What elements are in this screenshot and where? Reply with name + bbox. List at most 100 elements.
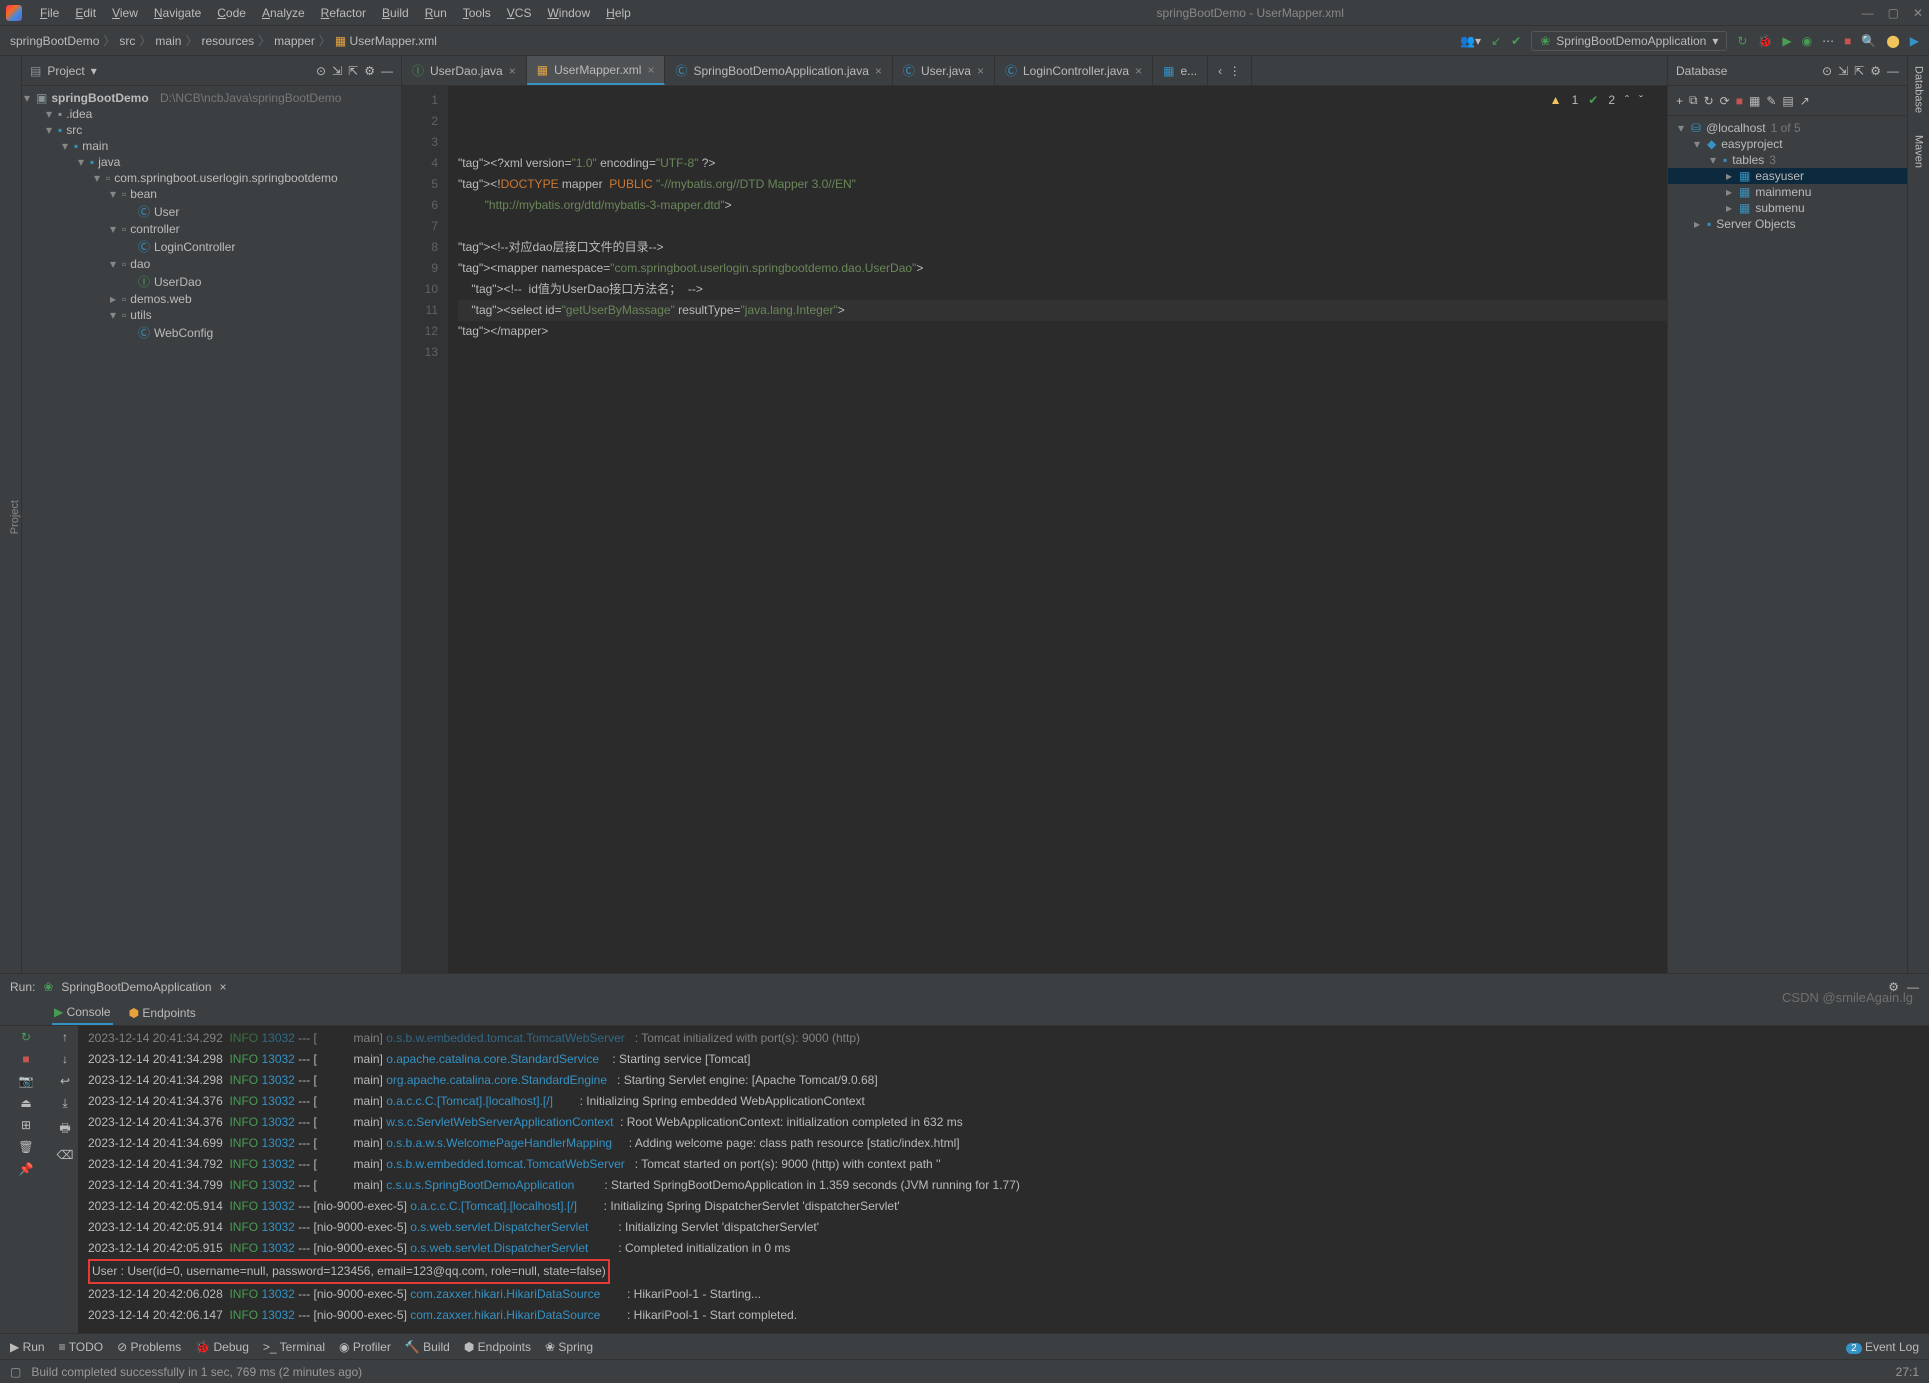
locate-icon[interactable]: ⊙ — [1822, 64, 1832, 78]
run-config-selector[interactable]: ❀ SpringBootDemoApplication ▾ — [1531, 31, 1727, 51]
menu-edit[interactable]: Edit — [67, 6, 104, 20]
refresh-icon[interactable]: ↻ — [1704, 94, 1714, 108]
menu-help[interactable]: Help — [598, 6, 639, 20]
breadcrumb[interactable]: ▦ UserMapper.xml — [335, 34, 437, 48]
breadcrumb[interactable]: springBootDemo — [10, 34, 99, 48]
menu-tools[interactable]: Tools — [455, 6, 499, 20]
close-tab-icon[interactable]: × — [875, 64, 882, 78]
view-icon[interactable]: ▤ — [1782, 94, 1793, 108]
close-tab-icon[interactable]: × — [647, 63, 654, 77]
db-tree-item[interactable]: ▾◆ easyproject — [1668, 136, 1907, 152]
users-icon[interactable]: 👥▾ — [1460, 34, 1481, 48]
tree-item[interactable]: Ⓘ UserDao — [22, 272, 401, 291]
breadcrumb[interactable]: src — [119, 34, 135, 48]
menu-window[interactable]: Window — [539, 6, 598, 20]
gear-icon[interactable]: ⚙ — [1870, 64, 1881, 78]
tree-item[interactable]: ▾▪ java — [22, 154, 401, 170]
project-tree[interactable]: ▾▣ springBootDemo D:\NCB\ncbJava\springB… — [22, 86, 401, 973]
copy-icon[interactable]: ⧉ — [1689, 93, 1698, 108]
editor-tab[interactable]: ⒸLoginController.java× — [995, 56, 1153, 85]
camera-icon[interactable]: 📷 — [19, 1074, 34, 1088]
tree-item[interactable]: ▾▫ dao — [22, 256, 401, 272]
stripe-maven[interactable]: Maven — [1913, 131, 1925, 172]
menu-analyze[interactable]: Analyze — [254, 6, 313, 20]
toolwin-debug[interactable]: 🐞 Debug — [195, 1340, 249, 1354]
hide-icon[interactable]: — — [381, 64, 393, 78]
run-button[interactable]: ↻ — [1737, 34, 1747, 48]
menu-refactor[interactable]: Refactor — [313, 6, 374, 20]
tree-root[interactable]: ▾▣ springBootDemo D:\NCB\ncbJava\springB… — [22, 90, 401, 106]
menu-navigate[interactable]: Navigate — [146, 6, 209, 20]
chevron-down-icon[interactable]: ˇ — [1639, 90, 1643, 111]
run-tab-console[interactable]: ▶ Console — [52, 1001, 113, 1025]
rerun-icon[interactable]: ↻ — [21, 1030, 31, 1044]
stop-icon[interactable]: ■ — [22, 1052, 29, 1066]
wrap-icon[interactable]: ↩ — [60, 1074, 70, 1088]
toolwin-terminal[interactable]: >_ Terminal — [263, 1340, 325, 1354]
db-tree-item[interactable]: ▸▦ submenu — [1668, 200, 1907, 216]
scroll-icon[interactable]: ⤓ — [62, 1096, 67, 1111]
tree-item[interactable]: ▾▫ com.springboot.userlogin.springbootde… — [22, 170, 401, 186]
db-tree-item[interactable]: ▸▦ easyuser — [1668, 168, 1907, 184]
search-icon[interactable]: 🔍 — [1861, 34, 1876, 48]
sync-icon[interactable]: ⟳ — [1720, 94, 1730, 108]
exit-icon[interactable]: ⏏ — [20, 1096, 31, 1110]
tree-item[interactable]: Ⓒ User — [22, 202, 401, 221]
stripe-database[interactable]: Database — [1913, 62, 1925, 117]
console-output[interactable]: 2023-12-14 20:41:34.292 INFO 13032 --- [… — [78, 1026, 1929, 1333]
edit-icon[interactable]: ✎ — [1766, 94, 1776, 108]
tree-item[interactable]: ▾▪ main — [22, 138, 401, 154]
play-icon[interactable]: ▶ — [1910, 34, 1919, 48]
toolwin-todo[interactable]: ≡ TODO — [59, 1340, 104, 1354]
breadcrumb[interactable]: resources — [201, 34, 254, 48]
toolwin-profiler[interactable]: ◉ Profiler — [339, 1340, 391, 1354]
minimize-icon[interactable]: — — [1862, 6, 1874, 20]
chevron-down-icon[interactable]: ▾ — [91, 64, 97, 78]
editor-tab[interactable]: ▦e... — [1153, 56, 1208, 85]
profile-button[interactable]: ◉ — [1802, 34, 1812, 48]
expand-icon[interactable]: ⇲ — [1838, 64, 1848, 78]
tabs-overflow[interactable]: ‹ ⋮ — [1208, 56, 1252, 85]
tree-item[interactable]: Ⓒ LoginController — [22, 237, 401, 256]
expand-all-icon[interactable]: ⇲ — [332, 64, 342, 78]
db-root[interactable]: ▾⛁ @localhost 1 of 5 — [1668, 120, 1907, 136]
locate-icon[interactable]: ⊙ — [316, 64, 326, 78]
tree-item[interactable]: ▾▪ .idea — [22, 106, 401, 122]
tree-item[interactable]: Ⓒ WebConfig — [22, 323, 401, 342]
menu-vcs[interactable]: VCS — [499, 6, 540, 20]
database-tree[interactable]: ▾⛁ @localhost 1 of 5 ▾◆ easyproject▾▪ ta… — [1668, 116, 1907, 973]
close-run-tab[interactable]: × — [220, 980, 227, 994]
down-icon[interactable]: ↓ — [62, 1052, 68, 1066]
editor-tab[interactable]: ⒾUserDao.java× — [402, 56, 527, 85]
collapse-all-icon[interactable]: ⇱ — [348, 64, 358, 78]
run-tab-endpoints[interactable]: ⬢ Endpoints — [127, 1002, 198, 1024]
update-project-icon[interactable]: ↙ — [1491, 34, 1501, 48]
maximize-icon[interactable]: ▢ — [1888, 6, 1899, 20]
add-icon[interactable]: + — [1676, 94, 1683, 108]
collapse-icon[interactable]: ⇱ — [1854, 64, 1864, 78]
debug-button[interactable]: 🐞 — [1757, 34, 1772, 48]
chevron-up-icon[interactable]: ˆ — [1625, 90, 1629, 111]
breadcrumb[interactable]: main — [155, 34, 181, 48]
tree-item[interactable]: ▾▫ utils — [22, 307, 401, 323]
tree-item[interactable]: ▾▫ bean — [22, 186, 401, 202]
print-icon[interactable]: 🖶 — [59, 1119, 70, 1140]
close-icon[interactable]: ✕ — [1913, 6, 1923, 20]
db-tree-item[interactable]: ▸▪ Server Objects — [1668, 216, 1907, 232]
code-area[interactable]: ▲1 ✔2 ˆˇ "tag"><?xml version="1.0" encod… — [448, 86, 1667, 973]
close-tab-icon[interactable]: × — [509, 64, 516, 78]
tree-item[interactable]: ▾▫ controller — [22, 221, 401, 237]
table-icon[interactable]: ▦ — [1749, 94, 1760, 108]
editor-tab[interactable]: ▦UserMapper.xml× — [527, 56, 666, 85]
up-icon[interactable]: ↑ — [62, 1030, 68, 1044]
gear-icon[interactable]: ⚙ — [364, 64, 375, 78]
close-tab-icon[interactable]: × — [1135, 64, 1142, 78]
pin-icon[interactable]: 📌 — [19, 1162, 34, 1176]
db-tree-item[interactable]: ▸▦ mainmenu — [1668, 184, 1907, 200]
toolwin-spring[interactable]: ❀ Spring — [545, 1340, 593, 1354]
more-icon[interactable]: ↗ — [1800, 94, 1810, 108]
tree-item[interactable]: ▾▪ src — [22, 122, 401, 138]
editor-tab[interactable]: ⒸSpringBootDemoApplication.java× — [665, 56, 892, 85]
clear-icon[interactable]: ⌫ — [57, 1148, 74, 1162]
menu-run[interactable]: Run — [417, 6, 455, 20]
